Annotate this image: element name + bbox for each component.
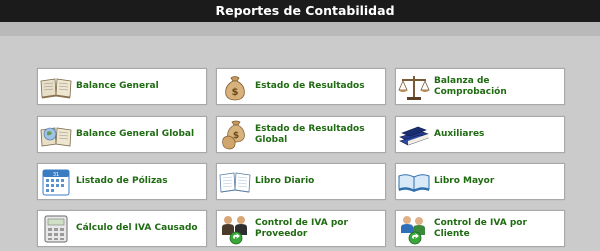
report-label: Balance General (76, 81, 159, 91)
report-label: Balanza de Comprobación (434, 75, 507, 97)
open-book-icon (39, 70, 73, 104)
header-divider (0, 22, 600, 36)
book-globe-icon (39, 118, 73, 152)
svg-text:31: 31 (53, 172, 59, 178)
report-estado-resultados-global-button[interactable]: $ Estado de Resultados Global (216, 116, 386, 153)
report-estado-resultados-button[interactable]: $ Estado de Resultados (216, 68, 386, 105)
report-label: Libro Diario (255, 176, 315, 186)
report-balance-general-global-button[interactable]: Balance General Global (37, 116, 207, 153)
report-balance-general-button[interactable]: Balance General (37, 68, 207, 105)
page-title: Reportes de Contabilidad (215, 3, 395, 18)
report-label: Control de IVA por Cliente (434, 217, 527, 239)
report-label: Listado de Pólizas (76, 176, 168, 186)
blue-book-icon (397, 165, 431, 199)
report-control-iva-proveedor-button[interactable]: Control de IVA por Proveedor (216, 210, 386, 247)
money-bag-icon: $ (218, 70, 252, 104)
report-label: Control de IVA por Proveedor (255, 217, 348, 239)
report-label: Estado de Resultados Global (255, 123, 365, 145)
report-label: Balance General Global (76, 129, 195, 139)
report-label: Cálculo del IVA Causado (76, 223, 198, 233)
scale-icon (397, 70, 431, 104)
books-icon (397, 118, 431, 152)
calculator-icon (39, 212, 73, 246)
svg-text:$: $ (232, 87, 239, 98)
report-balanza-comprobacion-button[interactable]: Balanza de Comprobación (395, 68, 565, 105)
calendar-icon: 31 (39, 165, 73, 199)
report-control-iva-cliente-button[interactable]: Control de IVA por Cliente (395, 210, 565, 247)
reports-grid: Balance General $ Estado de Resultados B… (37, 68, 565, 248)
report-auxiliares-button[interactable]: Auxiliares (395, 116, 565, 153)
report-label: Auxiliares (434, 129, 485, 139)
title-bar: Reportes de Contabilidad (0, 0, 600, 22)
report-listado-polizas-button[interactable]: 31 Listado de Pólizas (37, 163, 207, 200)
report-libro-diario-button[interactable]: Libro Diario (216, 163, 386, 200)
report-calculo-iva-button[interactable]: Cálculo del IVA Causado (37, 210, 207, 247)
clients-icon (397, 212, 431, 246)
open-ledger-icon (218, 165, 252, 199)
money-bags-icon: $ (218, 118, 252, 152)
report-label: Estado de Resultados (255, 81, 365, 91)
report-libro-mayor-button[interactable]: Libro Mayor (395, 163, 565, 200)
suppliers-icon (218, 212, 252, 246)
report-label: Libro Mayor (434, 176, 495, 186)
